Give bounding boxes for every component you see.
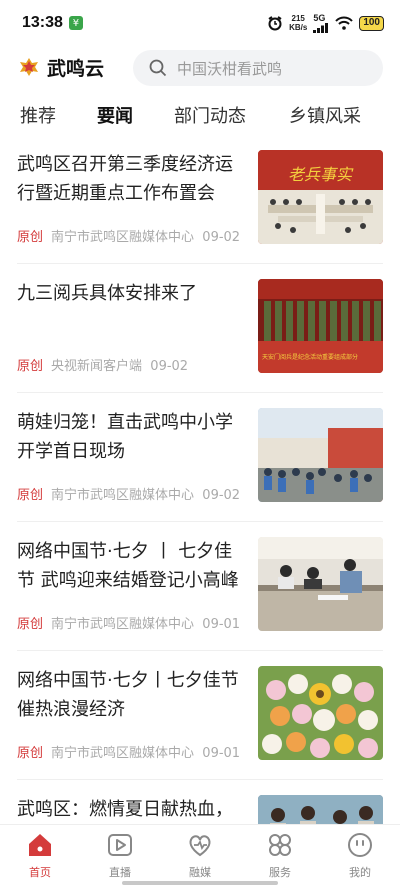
- status-time: 13:38: [22, 14, 63, 31]
- news-thumbnail: 天安门阅兵是纪念活动重要组成部分: [258, 279, 383, 373]
- divider: [17, 263, 383, 264]
- news-title: 九三阅兵具体安排来了: [17, 283, 197, 304]
- nav-label: 融媒: [189, 866, 211, 879]
- nav-home[interactable]: 首页: [10, 831, 70, 880]
- home-icon: [29, 834, 51, 856]
- app-header: 武鸣云 中国沃柑看武鸣: [0, 46, 400, 90]
- news-meta: 原创 南宁市武鸣区融媒体中心 09-02: [17, 484, 240, 503]
- news-title: 网络中国节·七夕 丨 七夕佳节 武鸣迎来结婚登记小高峰: [17, 541, 239, 591]
- wifi-icon: [335, 16, 354, 30]
- divider: [17, 779, 383, 780]
- live-play-icon: [108, 834, 132, 856]
- news-thumbnail: [258, 666, 383, 760]
- news-item[interactable]: 武鸣区召开第三季度经济运行暨近期重点工作布置会 原创 南宁市武鸣区融媒体中心 09…: [17, 136, 383, 266]
- news-title: 武鸣区召开第三季度经济运行暨近期重点工作布置会: [17, 154, 233, 204]
- news-thumbnail: 老兵事实: [258, 150, 383, 244]
- network-speed: 215 KB/s: [289, 14, 308, 32]
- cellular-signal: 5G: [313, 13, 329, 33]
- news-title: 武鸣区：燃情夏日献热血，: [17, 799, 233, 820]
- news-date: 09-02: [202, 230, 241, 245]
- nav-label: 服务: [269, 866, 291, 879]
- news-meta: 原创 南宁市武鸣区融媒体中心 09-01: [17, 613, 240, 632]
- search-bar[interactable]: 中国沃柑看武鸣: [133, 50, 383, 86]
- news-source: 南宁市武鸣区融媒体中心: [51, 746, 195, 761]
- wallet-notification-icon: ¥: [68, 16, 83, 30]
- divider: [17, 392, 383, 393]
- news-item[interactable]: 萌娃归笼！直击武鸣中小学开学首日现场 原创 南宁市武鸣区融媒体中心 09-02: [17, 394, 383, 524]
- thumb-banner-text: 老兵事实: [288, 165, 354, 184]
- alarm-icon: [268, 16, 282, 31]
- status-bar: 13:38 ¥ 215 KB/s 5G 100: [0, 0, 400, 46]
- nav-profile[interactable]: 我的: [330, 831, 390, 880]
- tab-township-features[interactable]: 乡镇风采: [289, 102, 361, 128]
- original-tag: 原创: [17, 746, 44, 761]
- battery-indicator: 100: [359, 15, 384, 31]
- app-name: 武鸣云: [47, 58, 105, 80]
- profile-face-icon: [348, 833, 372, 857]
- news-thumbnail: [258, 408, 383, 502]
- nav-live[interactable]: 直播: [90, 831, 150, 880]
- news-item[interactable]: 网络中国节·七夕 丨 七夕佳节 武鸣迎来结婚登记小高峰 原创 南宁市武鸣区融媒体中…: [17, 523, 383, 653]
- divider: [17, 650, 383, 651]
- home-indicator[interactable]: [122, 881, 278, 885]
- status-indicators: 215 KB/s 5G 100: [267, 13, 384, 33]
- nav-label: 首页: [29, 866, 51, 879]
- nav-services[interactable]: 服务: [250, 831, 310, 880]
- nav-media[interactable]: 融媒: [170, 831, 230, 880]
- news-source: 央视新闻客户端: [51, 359, 143, 374]
- news-meta: 原创 南宁市武鸣区融媒体中心 09-02: [17, 226, 240, 245]
- news-date: 09-02: [150, 359, 189, 374]
- services-grid-icon: [269, 834, 291, 856]
- original-tag: 原创: [17, 230, 44, 245]
- news-thumbnail: [258, 537, 383, 631]
- original-tag: 原创: [17, 488, 44, 503]
- divider: [17, 521, 383, 522]
- tab-recommend[interactable]: 推荐: [20, 102, 56, 128]
- news-item[interactable]: 九三阅兵具体安排来了 原创 央视新闻客户端 09-02 天安门阅兵是纪念活动重要组…: [17, 265, 383, 395]
- search-placeholder: 中国沃柑看武鸣: [177, 59, 283, 78]
- news-source: 南宁市武鸣区融媒体中心: [51, 488, 195, 503]
- thumb-caption: 天安门阅兵是纪念活动重要组成部分: [262, 353, 358, 361]
- news-title: 网络中国节·七夕丨七夕佳节 催热浪漫经济: [17, 670, 239, 720]
- bottom-navigation: 首页 直播 融媒 服务 我的: [0, 824, 400, 889]
- news-meta: 原创 南宁市武鸣区融媒体中心 09-01: [17, 742, 240, 761]
- news-date: 09-02: [202, 488, 241, 503]
- nav-label: 我的: [349, 866, 371, 879]
- news-meta: 原创 央视新闻客户端 09-02: [17, 355, 188, 374]
- signal-bars-icon: [313, 23, 329, 33]
- tab-department-news[interactable]: 部门动态: [174, 102, 246, 128]
- original-tag: 原创: [17, 359, 44, 374]
- news-date: 09-01: [202, 617, 241, 632]
- wuming-logo-icon: [20, 58, 38, 76]
- tab-headlines[interactable]: 要闻: [97, 102, 133, 128]
- heart-media-icon: [189, 835, 211, 857]
- category-tabs: 推荐 要闻 部门动态 乡镇风采: [0, 92, 400, 136]
- news-source: 南宁市武鸣区融媒体中心: [51, 617, 195, 632]
- news-item[interactable]: 网络中国节·七夕丨七夕佳节 催热浪漫经济 原创 南宁市武鸣区融媒体中心 09-01: [17, 652, 383, 782]
- news-source: 南宁市武鸣区融媒体中心: [51, 230, 195, 245]
- original-tag: 原创: [17, 617, 44, 632]
- news-title: 萌娃归笼！直击武鸣中小学开学首日现场: [17, 412, 233, 462]
- news-date: 09-01: [202, 746, 241, 761]
- nav-label: 直播: [109, 866, 131, 879]
- search-icon: [149, 59, 167, 77]
